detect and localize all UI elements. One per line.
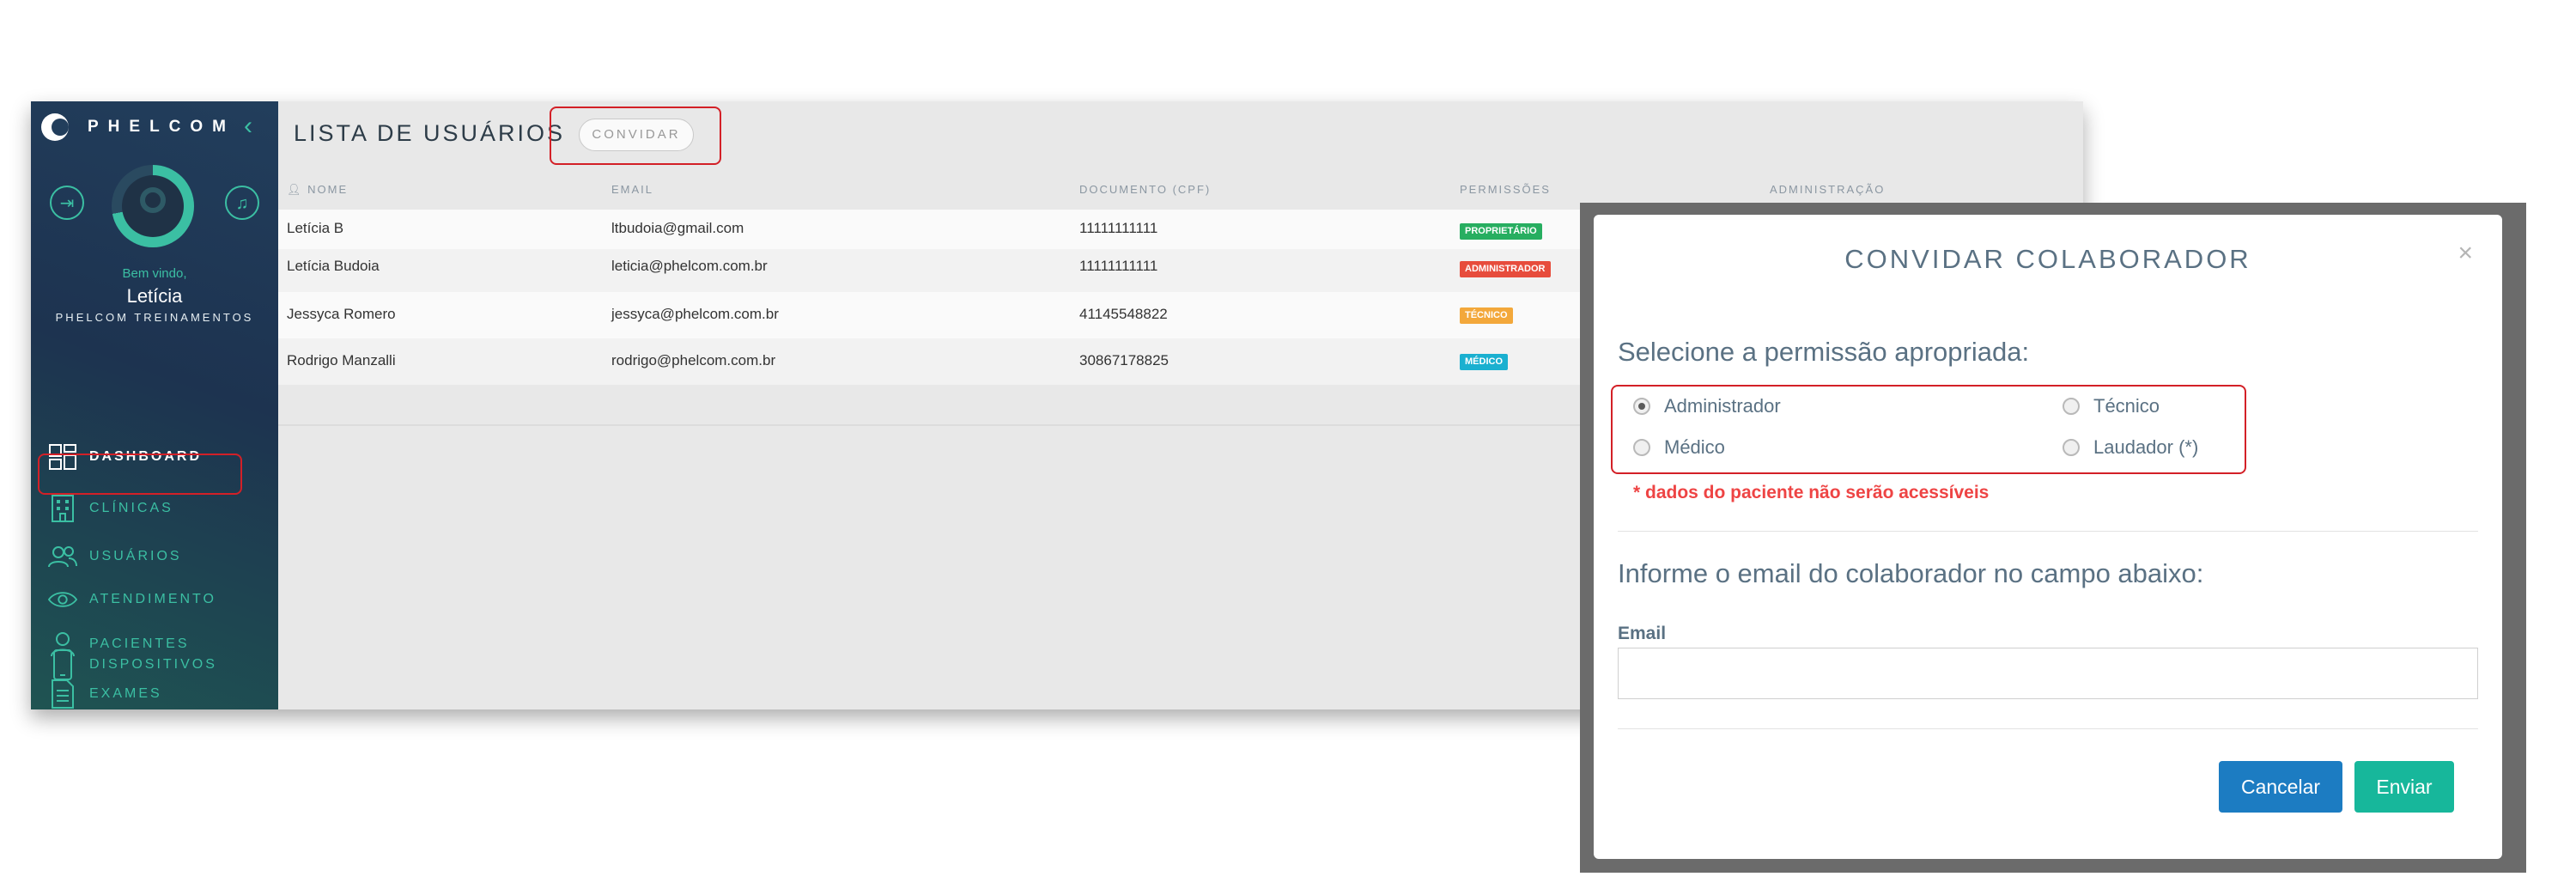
- column-header-nome: 👤︎ NOME: [287, 183, 349, 196]
- notifications-button[interactable]: ♫: [225, 186, 259, 220]
- sidebar-item-label: USUÁRIOS: [89, 549, 182, 563]
- document-icon: [48, 679, 77, 709]
- logout-icon: ⇥: [59, 194, 75, 213]
- radio-laudador[interactable]: Laudador (*): [2063, 436, 2198, 459]
- column-header-permissoes: PERMISSÕES: [1460, 183, 1551, 196]
- radio-medico[interactable]: Médico: [1633, 436, 1725, 459]
- column-header-administracao: ADMINISTRAÇÃO: [1770, 183, 1886, 196]
- column-header-cpf: DOCUMENTO (CPF): [1079, 183, 1212, 196]
- user-name-cell: Letícia B: [287, 220, 344, 236]
- device-icon: [48, 649, 77, 680]
- eye-icon: [48, 585, 77, 614]
- organization-name: PHELCOM TREINAMENTOS: [55, 311, 254, 324]
- dashboard-icon: [48, 442, 77, 472]
- person-icon: 👤︎: [287, 183, 308, 196]
- welcome-text: Bem vindo,: [122, 266, 187, 281]
- sidebar-item-label: DASHBOARD: [89, 449, 202, 464]
- user-cpf-cell: 11111111111: [1079, 220, 1158, 236]
- sidebar-item-clinicas[interactable]: CLÍNICAS: [48, 491, 173, 526]
- user-cpf-cell: 30867178825: [1079, 352, 1170, 368]
- collapse-sidebar-icon[interactable]: ‹: [244, 112, 252, 141]
- sidebar-item-label: EXAMES: [89, 686, 162, 701]
- radio-label: Médico: [1664, 436, 1725, 458]
- email-label: Email: [1618, 624, 1667, 643]
- user-name: Letícia: [126, 285, 183, 307]
- invite-collaborator-modal: CONVIDAR COLABORADOR × Selecione a permi…: [1594, 215, 2502, 859]
- page-title: LISTA DE USUÁRIOS: [294, 120, 566, 146]
- sidebar-item-dashboard[interactable]: DASHBOARD: [48, 440, 202, 474]
- radio-label: Técnico: [2093, 395, 2160, 417]
- user-email-cell: rodrigo@phelcom.com.br: [611, 352, 776, 368]
- sidebar-item-label: ATENDIMENTO: [89, 592, 216, 606]
- permission-badge: TÉCNICO: [1460, 307, 1513, 324]
- close-icon[interactable]: ×: [2458, 239, 2473, 268]
- radio-button[interactable]: [2063, 439, 2080, 456]
- avatar: [112, 165, 194, 247]
- brand: PHELCOM: [41, 112, 235, 143]
- email-question: Informe o email do colaborador no campo …: [1618, 558, 2204, 588]
- bell-icon: ♫: [235, 194, 249, 213]
- sidebar-item-atendimento[interactable]: ATENDIMENTO: [48, 582, 216, 617]
- user-email-cell: ltbudoia@gmail.com: [611, 220, 744, 236]
- cancel-button[interactable]: Cancelar: [2219, 761, 2342, 813]
- user-cpf-cell: 41145548822: [1079, 306, 1168, 322]
- radio-button[interactable]: [1633, 398, 1650, 415]
- sidebar-item-label: CLÍNICAS: [89, 501, 173, 515]
- invite-button[interactable]: CONVIDAR: [579, 119, 694, 151]
- warning-text: * dados do paciente não serão acessíveis: [1633, 483, 1990, 502]
- sidebar: PHELCOM ‹ ⇥ ♫ Bem vindo, Letícia PHELCOM…: [31, 101, 278, 709]
- user-email-cell: jessyca@phelcom.com.br: [611, 306, 779, 322]
- user-name-cell: Rodrigo Manzalli: [287, 352, 396, 368]
- email-input[interactable]: [1618, 648, 2478, 699]
- building-icon: [48, 494, 77, 523]
- modal-title: CONVIDAR COLABORADOR: [1844, 244, 2251, 274]
- radio-label: Laudador (*): [2093, 436, 2199, 458]
- radio-tecnico[interactable]: Técnico: [2063, 395, 2160, 417]
- users-icon: [48, 542, 77, 571]
- radio-administrador[interactable]: Administrador: [1633, 395, 1781, 417]
- phelcom-logo-icon: [41, 113, 69, 141]
- column-header-email: EMAIL: [611, 183, 654, 196]
- user-name-cell: Jessyca Romero: [287, 306, 396, 322]
- send-button[interactable]: Enviar: [2354, 761, 2454, 813]
- permission-question: Selecione a permissão apropriada:: [1618, 337, 2030, 367]
- permission-badge: MÉDICO: [1460, 354, 1508, 370]
- permission-badge: ADMINISTRADOR: [1460, 261, 1551, 277]
- user-email-cell: leticia@phelcom.com.br: [611, 258, 768, 274]
- radio-button[interactable]: [1633, 439, 1650, 456]
- sidebar-item-label: DISPOSITIVOS: [89, 657, 217, 672]
- radio-label: Administrador: [1664, 395, 1781, 417]
- modal-divider: [1618, 531, 2478, 532]
- modal-divider: [1618, 728, 2478, 729]
- user-name-cell: Letícia Budoia: [287, 258, 380, 274]
- user-cpf-cell: 11111111111: [1079, 258, 1158, 274]
- permission-badge: PROPRIETÁRIO: [1460, 223, 1542, 240]
- logout-button[interactable]: ⇥: [50, 186, 84, 220]
- brand-name: PHELCOM: [88, 118, 235, 136]
- sidebar-item-dispositivos[interactable]: DISPOSITIVOS: [48, 648, 217, 682]
- sidebar-item-usuarios[interactable]: USUÁRIOS: [48, 539, 182, 574]
- radio-button[interactable]: [2063, 398, 2080, 415]
